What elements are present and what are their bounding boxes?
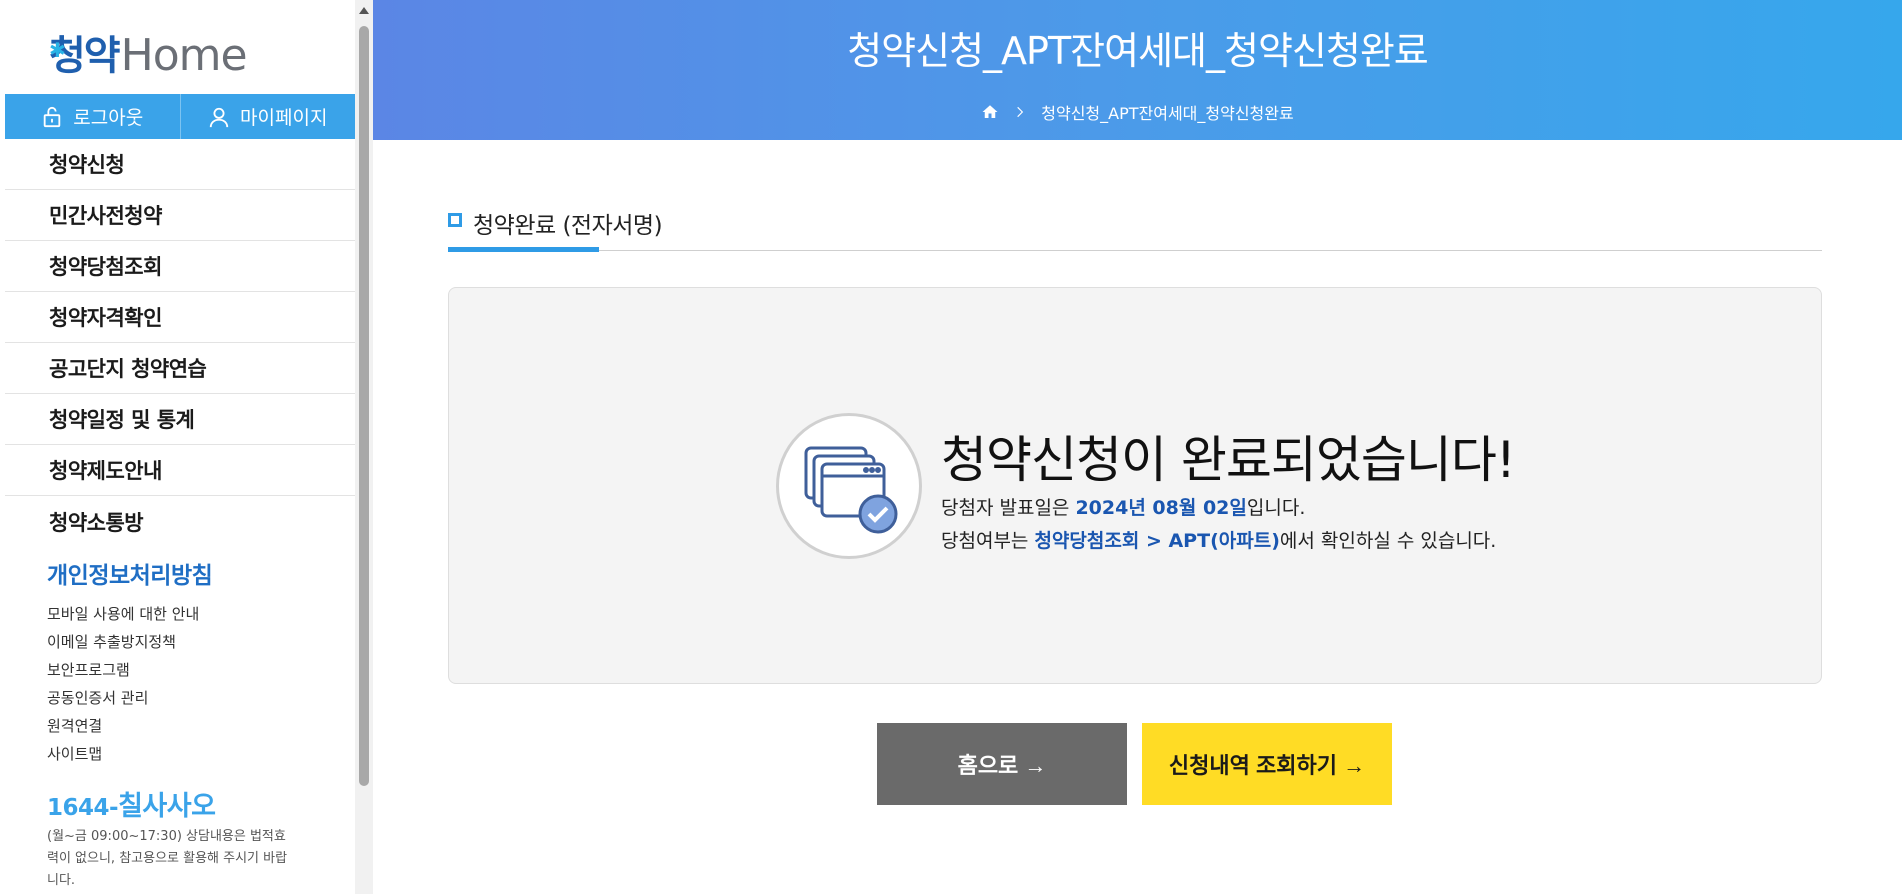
main-menu: 청약신청 민간사전청약 청약당첨조회 청약자격확인 공고단지 청약연습 청약일정…	[5, 139, 355, 547]
site-logo[interactable]: ✱ 청약 Home	[49, 28, 248, 81]
phone-note: (월~금 09:00~17:30) 상담내용은 법적효력이 없으니, 참고용으로…	[47, 829, 288, 888]
phone-number: 1644-칠사사오	[47, 784, 216, 823]
menu-item-private-pre-subscription[interactable]: 민간사전청약	[5, 190, 355, 241]
policy-section: 개인정보처리방침 모바일 사용에 대한 안내 이메일 추출방지정책 보안프로그램…	[47, 556, 213, 768]
privacy-policy-link[interactable]: 개인정보처리방침	[47, 556, 213, 590]
completion-icon	[776, 413, 922, 559]
winner-lookup-path: 청약당첨조회 > APT(아파트)	[1034, 530, 1280, 552]
section-title: 청약완료 (전자서명)	[473, 213, 663, 239]
section-underline	[448, 247, 599, 252]
policy-link-sitemap[interactable]: 사이트맵	[47, 740, 212, 768]
menu-item-practice[interactable]: 공고단지 청약연습	[5, 343, 355, 394]
breadcrumb-current[interactable]: 청약신청_APT잔여세대_청약신청완료	[1041, 100, 1293, 124]
breadcrumb: 청약신청_APT잔여세대_청약신청완료	[373, 100, 1902, 124]
go-home-button[interactable]: 홈으로 →	[877, 723, 1127, 805]
view-history-button[interactable]: 신청내역 조회하기 →	[1142, 723, 1392, 805]
section-header: 청약완료 (전자서명)	[448, 205, 1822, 252]
home-icon[interactable]	[981, 103, 999, 121]
logo-english: Home	[120, 30, 248, 81]
auth-bar: 로그아웃 마이페이지	[5, 94, 355, 139]
square-bullet-icon	[448, 213, 462, 227]
phone-word: 칠사사오	[118, 791, 216, 822]
line2-pre: 당첨여부는	[941, 530, 1035, 552]
announcement-date-line: 당첨자 발표일은 2024년 08월 02일입니다.	[941, 493, 1305, 520]
menu-item-subscription[interactable]: 청약신청	[5, 139, 355, 190]
user-icon	[209, 107, 229, 127]
line1-post: 입니다.	[1246, 497, 1306, 519]
menu-item-eligibility-check[interactable]: 청약자격확인	[5, 292, 355, 343]
policy-link-mobile[interactable]: 모바일 사용에 대한 안내	[47, 600, 212, 628]
logout-label: 로그아웃	[73, 107, 144, 129]
scroll-up-arrow-icon[interactable]	[359, 7, 369, 14]
page-title: 청약신청_APT잔여세대_청약신청완료	[847, 29, 1429, 73]
sidebar-scrollbar[interactable]	[355, 0, 373, 894]
chevron-right-icon	[1017, 106, 1024, 118]
menu-item-communication[interactable]: 청약소통방	[5, 496, 355, 547]
sidebar: ✱ 청약 Home 로그아웃 마이페이지 청약신청 민간사전청약 청약당첨조회 …	[0, 0, 373, 894]
mypage-label: 마이페이지	[240, 107, 328, 129]
completion-box: 청약신청이 완료되었습니다! 당첨자 발표일은 2024년 08월 02일입니다…	[448, 287, 1822, 684]
page-banner: 청약신청_APT잔여세대_청약신청완료 청약신청_APT잔여세대_청약신청완료	[373, 0, 1902, 140]
scroll-thumb[interactable]	[359, 26, 369, 786]
policy-link-remote[interactable]: 원격연결	[47, 712, 212, 740]
line1-pre: 당첨자 발표일은	[941, 497, 1076, 519]
phone-prefix: 1644-	[47, 795, 119, 821]
logo-star-icon: ✱	[49, 38, 66, 62]
menu-item-schedule-stats[interactable]: 청약일정 및 통계	[5, 394, 355, 445]
announcement-date: 2024년 08월 02일	[1075, 497, 1247, 519]
logo-korean: ✱ 청약	[49, 32, 121, 80]
policy-link-email[interactable]: 이메일 추출방지정책	[47, 628, 212, 656]
policy-link-security[interactable]: 보안프로그램	[47, 656, 212, 684]
menu-item-system-guide[interactable]: 청약제도안내	[5, 445, 355, 496]
mypage-button[interactable]: 마이페이지	[179, 94, 356, 139]
check-result-line: 당첨여부는 청약당첨조회 > APT(아파트)에서 확인하실 수 있습니다.	[941, 526, 1496, 553]
menu-item-winner-lookup[interactable]: 청약당첨조회	[5, 241, 355, 292]
browser-check-icon	[804, 446, 898, 534]
completion-title: 청약신청이 완료되었습니다!	[941, 431, 1516, 489]
line2-post: 에서 확인하실 수 있습니다.	[1279, 530, 1497, 552]
unlock-icon	[44, 106, 61, 127]
sidebar-inner: ✱ 청약 Home 로그아웃 마이페이지 청약신청 민간사전청약 청약당첨조회 …	[5, 0, 355, 894]
logout-button[interactable]: 로그아웃	[5, 94, 180, 139]
policy-link-certificate[interactable]: 공동인증서 관리	[47, 684, 212, 712]
